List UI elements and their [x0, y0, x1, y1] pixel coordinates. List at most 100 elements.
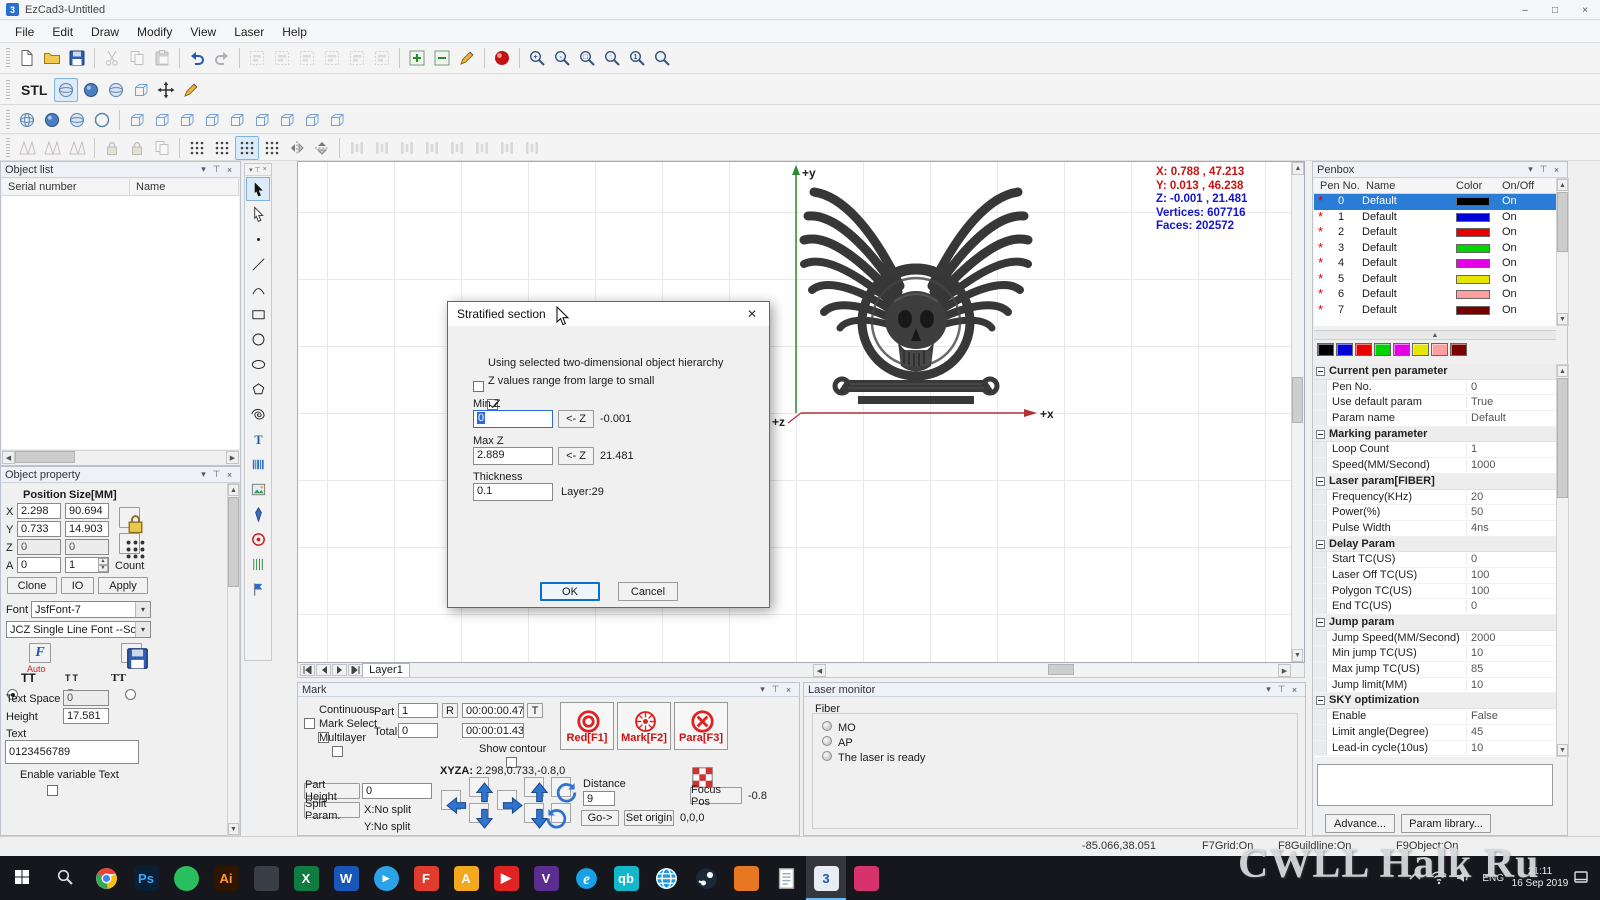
taskbar-green-messenger[interactable] [166, 856, 206, 900]
param-category[interactable]: Delay Param [1314, 537, 1556, 553]
param-value[interactable]: 50 [1466, 506, 1554, 518]
param-category[interactable]: Laser param[FIBER] [1314, 474, 1556, 490]
canvas-vscrollbar[interactable]: ▲ ▼ [1291, 162, 1304, 662]
open-button[interactable] [40, 46, 64, 70]
distance-field[interactable]: 9 [583, 791, 615, 806]
param-value[interactable]: 100 [1466, 585, 1554, 597]
io-button[interactable]: IO [61, 577, 94, 594]
bitmap-tool[interactable] [246, 477, 270, 501]
scroll-left-icon[interactable]: ◀ [2, 451, 15, 464]
param-value[interactable]: 10 [1466, 742, 1554, 754]
panel-pin-icon[interactable]: ⊤ [1275, 684, 1288, 695]
layer-tab[interactable]: Layer1 [362, 663, 410, 677]
param-value[interactable]: True [1466, 396, 1554, 408]
wire-globe-button[interactable] [15, 108, 39, 132]
param-row[interactable]: Frequency(KHz)20 [1314, 490, 1556, 506]
param-row[interactable]: EnableFalse [1314, 709, 1556, 725]
select-tool[interactable] [246, 177, 270, 201]
taskbar-ezcad3[interactable]: 3 [806, 856, 846, 900]
param-row[interactable]: Jump Speed(MM/Second)2000 [1314, 631, 1556, 647]
part-field[interactable]: 1 [398, 703, 438, 718]
zoom-in-button[interactable]: + [525, 46, 549, 70]
stl-box-button[interactable] [129, 78, 153, 102]
collapse-icon[interactable] [1316, 696, 1325, 705]
zoom-object-button[interactable]: ◌ [600, 46, 624, 70]
minimize-button[interactable]: – [1510, 0, 1540, 20]
anchor-position-button[interactable] [119, 533, 140, 554]
array-tool-button[interactable] [185, 136, 209, 160]
edit-node-button[interactable] [455, 46, 479, 70]
count-stepper[interactable]: ▲▼ [98, 558, 108, 572]
mark-point-tool[interactable] [246, 527, 270, 551]
zoom-out-button[interactable]: - [550, 46, 574, 70]
min-z-pick-button[interactable]: <- Z [558, 410, 594, 428]
cube-tool-button[interactable] [250, 108, 274, 132]
param-row[interactable]: Jump limit(MM)10 [1314, 678, 1556, 694]
clone-button[interactable]: Clone [7, 577, 57, 594]
taskbar-clock[interactable]: 21:11 16 Sep 2019 [1510, 866, 1570, 890]
column-serial-number[interactable]: Serial number [2, 179, 130, 195]
mirror-horizontal-button[interactable] [285, 136, 309, 160]
enable-variable-text-checkbox[interactable] [47, 785, 58, 796]
palette-swatch[interactable] [1336, 343, 1353, 356]
panel-pin-icon[interactable]: ⊤ [255, 166, 261, 174]
hierarchy-checkbox[interactable] [473, 381, 484, 392]
panel-dropdown-icon[interactable]: ▾ [197, 164, 210, 175]
param-value[interactable]: 1 [1466, 443, 1554, 455]
remove-node-button[interactable] [430, 46, 454, 70]
point-tool[interactable] [246, 227, 270, 251]
panel-pin-icon[interactable]: ⊤ [769, 684, 782, 695]
pen-row[interactable]: *6DefaultOn [1314, 287, 1556, 303]
taskbar-pink-app[interactable] [846, 856, 886, 900]
panel-close-icon[interactable]: × [1288, 685, 1301, 695]
jog-right-button[interactable] [497, 790, 517, 810]
part-height-button[interactable]: Part Height [304, 783, 360, 799]
param-value[interactable]: 0 [1466, 553, 1554, 565]
cube-tool-button[interactable] [125, 108, 149, 132]
reset-part-button[interactable]: R [442, 703, 458, 718]
height-field[interactable]: 17.581 [63, 708, 109, 724]
param-row[interactable]: Pulse Width4ns [1314, 521, 1556, 537]
wire-circle-button[interactable] [90, 108, 114, 132]
next-layer-button[interactable] [332, 664, 347, 676]
param-value[interactable]: Default [1466, 412, 1554, 424]
text-tool[interactable]: T [246, 427, 270, 451]
render-3d-button[interactable] [490, 46, 514, 70]
network-icon[interactable] [1430, 868, 1450, 888]
para-f3-button[interactable]: Para[F3] [674, 702, 728, 750]
rotate-right-button[interactable] [551, 803, 571, 823]
taskbar-red-app[interactable]: F [406, 856, 446, 900]
focus-pos-button[interactable]: Focus Pos [690, 787, 742, 804]
mark-f2-button[interactable]: Mark[F2] [617, 702, 671, 750]
param-value[interactable]: 85 [1466, 663, 1554, 675]
y-position-field[interactable]: 0.733 [17, 521, 61, 537]
scroll-up-icon[interactable]: ▲ [1557, 365, 1568, 377]
pen-tool[interactable] [246, 502, 270, 526]
close-button[interactable]: × [1570, 0, 1600, 20]
taskbar-dark-app[interactable] [246, 856, 286, 900]
add-node-button[interactable] [405, 46, 429, 70]
panel-dropdown-icon[interactable]: ▾ [1524, 164, 1537, 175]
param-row[interactable]: Laser Off TC(US)100 [1314, 568, 1556, 584]
go-button[interactable]: Go-> [581, 810, 619, 826]
panel-close-icon[interactable]: × [1550, 165, 1563, 175]
dialog-titlebar[interactable]: Stratified section [448, 302, 769, 326]
zoom-window-button[interactable]: □ [575, 46, 599, 70]
maximize-button[interactable]: □ [1540, 0, 1570, 20]
slice-tool-button[interactable] [235, 136, 259, 160]
line-tool[interactable] [246, 252, 270, 276]
panel-dropdown-icon[interactable]: ▾ [197, 469, 210, 480]
start-button[interactable] [0, 856, 46, 900]
stl-edit-button[interactable] [179, 78, 203, 102]
panel-pin-icon[interactable]: ⊤ [1537, 164, 1550, 175]
grid-toggle-status[interactable]: F7Grid:On [1202, 840, 1253, 852]
node-edit-tool[interactable] [246, 202, 270, 226]
taskbar-purple-app[interactable]: V [526, 856, 566, 900]
param-row[interactable]: Lead-in cycle(10us)10 [1314, 741, 1556, 757]
param-row[interactable]: Polygon TC(US)100 [1314, 584, 1556, 600]
rotate-left-button[interactable] [551, 777, 571, 797]
taskbar-edge[interactable]: e [566, 856, 606, 900]
pen-row[interactable]: *4DefaultOn [1314, 256, 1556, 272]
panel-close-icon[interactable]: × [223, 165, 236, 175]
collapse-icon[interactable] [1316, 430, 1325, 439]
